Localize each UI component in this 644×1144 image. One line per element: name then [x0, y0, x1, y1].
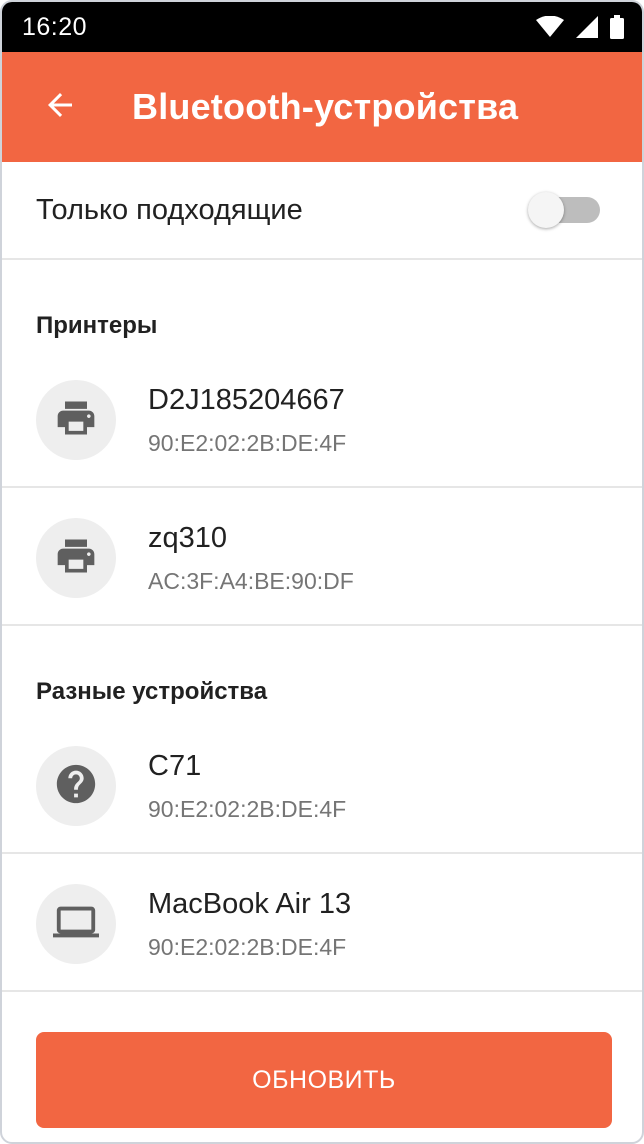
toggle-thumb [528, 192, 564, 228]
device-name: D2J185204667 [148, 384, 345, 416]
app-bar: Bluetooth-устройства [2, 52, 642, 162]
page-title: Bluetooth-устройства [132, 86, 519, 127]
device-avatar [36, 884, 116, 964]
signal-icon [576, 16, 598, 38]
device-avatar [36, 518, 116, 598]
device-mac: 90:E2:02:2B:DE:4F [148, 430, 347, 456]
device-mac: AC:3F:A4:BE:90:DF [148, 568, 354, 594]
help-icon [53, 761, 99, 812]
device-row[interactable]: C71 90:E2:02:2B:DE:4F [2, 716, 642, 854]
status-icons [536, 15, 624, 39]
filter-label: Только подходящие [36, 193, 303, 226]
section-header-other: Разные устройства [36, 678, 268, 705]
refresh-button[interactable]: ОБНОВИТЬ [36, 1032, 612, 1128]
filter-toggle[interactable] [528, 192, 604, 228]
device-name: C71 [148, 750, 202, 782]
status-time: 16:20 [22, 12, 88, 41]
laptop-icon [53, 899, 99, 950]
device-row[interactable]: zq310 AC:3F:A4:BE:90:DF [2, 488, 642, 626]
arrow-back-icon [42, 87, 78, 128]
device-name: MacBook Air 13 [148, 888, 352, 920]
back-button[interactable] [30, 77, 90, 137]
device-row[interactable]: MacBook Air 13 90:E2:02:2B:DE:4F [2, 854, 642, 992]
printer-icon [54, 534, 98, 583]
status-bar: 16:20 [2, 2, 642, 52]
device-name: zq310 [148, 522, 228, 554]
battery-icon [610, 15, 624, 39]
device-avatar [36, 746, 116, 826]
device-mac: 90:E2:02:2B:DE:4F [148, 796, 347, 822]
device-row[interactable]: D2J185204667 90:E2:02:2B:DE:4F [2, 350, 642, 488]
printer-icon [54, 396, 98, 445]
wifi-icon [536, 16, 564, 38]
device-mac: 90:E2:02:2B:DE:4F [148, 934, 347, 960]
device-frame: 16:20 Bluetooth-устройства Только подход… [0, 0, 644, 1144]
section-header-printers: Принтеры [36, 312, 158, 339]
device-avatar [36, 380, 116, 460]
filter-row[interactable]: Только подходящие [2, 162, 642, 260]
